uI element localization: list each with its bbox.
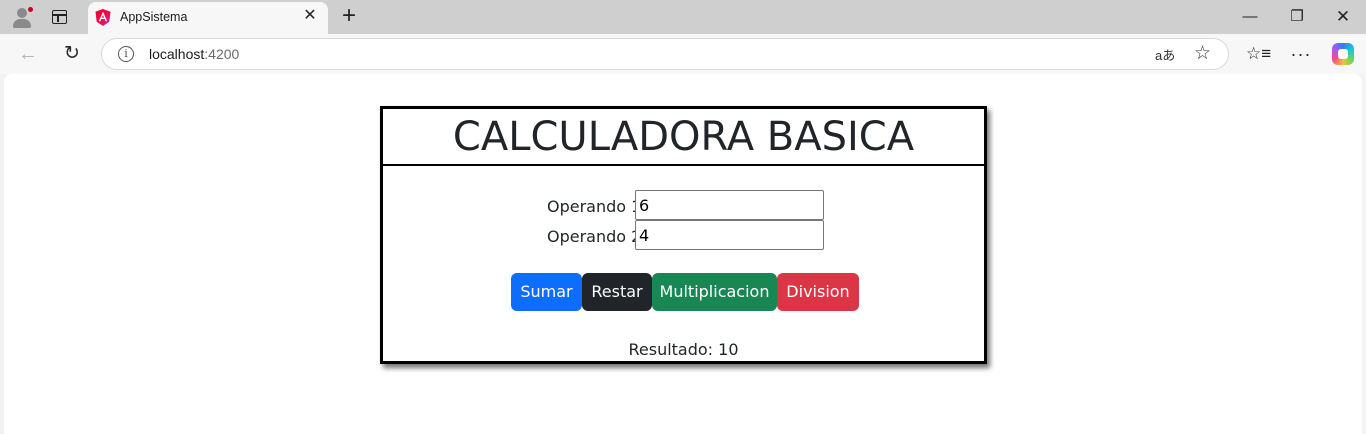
- new-tab-icon[interactable]: +: [338, 4, 360, 28]
- profile-icon[interactable]: [10, 5, 34, 29]
- back-icon[interactable]: ←: [16, 42, 40, 66]
- favorites-icon[interactable]: ☆≡: [1246, 42, 1271, 66]
- calculator-card: CALCULADORA BASICA Operando 1: Operando …: [380, 106, 987, 364]
- browser-tab[interactable]: AppSistema ✕: [88, 2, 328, 34]
- url-text: localhost:4200: [149, 46, 239, 62]
- read-aloud-icon[interactable]: aあ: [1155, 45, 1175, 64]
- address-bar[interactable]: i localhost:4200 aあ ☆: [101, 38, 1229, 70]
- tab-actions-icon[interactable]: [52, 10, 67, 24]
- url-host: localhost: [149, 46, 205, 62]
- operand1-input[interactable]: [635, 190, 824, 220]
- browser-tab-strip: AppSistema ✕ + — ❐ ✕: [0, 0, 1366, 34]
- close-window-icon[interactable]: ✕: [1332, 6, 1354, 28]
- subtract-button[interactable]: Restar: [582, 273, 652, 311]
- browser-toolbar: ← ↻ i localhost:4200 aあ ☆ ☆≡ ···: [0, 34, 1366, 74]
- operand2-label: Operando 2:: [547, 227, 647, 246]
- angular-favicon: [95, 9, 111, 26]
- close-tab-icon[interactable]: ✕: [302, 8, 318, 24]
- copilot-icon[interactable]: [1332, 43, 1354, 65]
- more-icon[interactable]: ···: [1289, 42, 1313, 66]
- info-icon[interactable]: i: [118, 46, 134, 62]
- favorite-star-icon[interactable]: ☆: [1194, 42, 1211, 65]
- operand1-row: Operando 1:: [383, 190, 984, 220]
- url-port: :4200: [204, 46, 240, 62]
- restore-icon[interactable]: ❐: [1286, 6, 1308, 28]
- tab-title: AppSistema: [120, 10, 188, 24]
- add-button[interactable]: Sumar: [511, 273, 582, 311]
- calculator-body: Operando 1: Operando 2: Sumar Restar Mul…: [383, 166, 984, 361]
- reload-icon[interactable]: ↻: [60, 42, 84, 66]
- operand1-label: Operando 1:: [547, 197, 647, 216]
- operand2-row: Operando 2:: [383, 220, 984, 250]
- minimize-icon[interactable]: —: [1239, 6, 1261, 28]
- divide-button[interactable]: Division: [777, 273, 859, 311]
- result-text: Resultado: 10: [628, 340, 739, 359]
- multiply-button[interactable]: Multiplicacion: [652, 273, 777, 311]
- page-viewport: CALCULADORA BASICA Operando 1: Operando …: [4, 74, 1362, 434]
- page-title: CALCULADORA BASICA: [383, 109, 984, 166]
- operand2-input[interactable]: [635, 220, 824, 250]
